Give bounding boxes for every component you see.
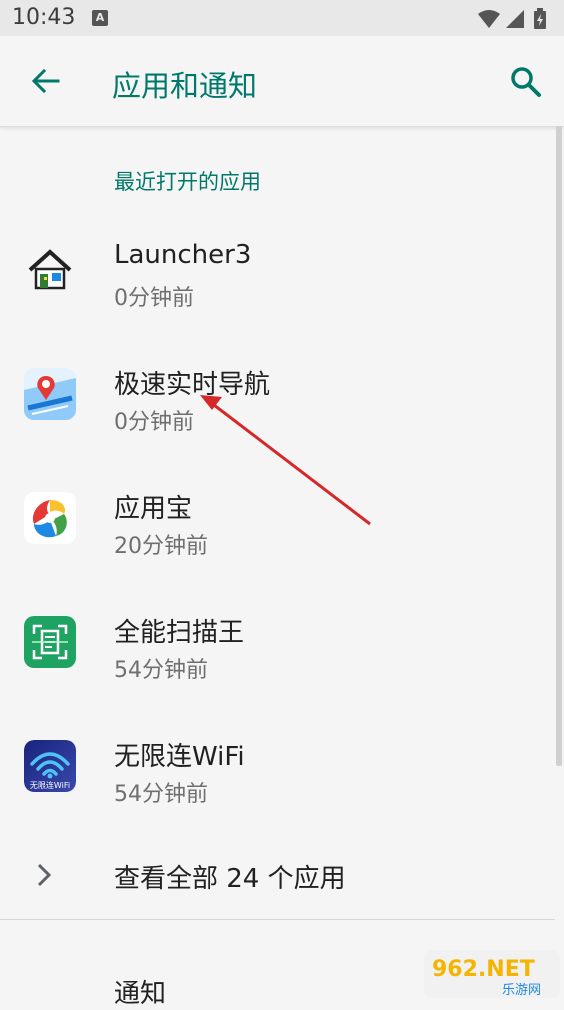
app-name: 无限连WiFi bbox=[114, 742, 245, 772]
back-button[interactable] bbox=[30, 66, 60, 96]
svg-text:乐游网: 乐游网 bbox=[502, 983, 541, 998]
svg-text:962.NET: 962.NET bbox=[432, 957, 535, 982]
cell-signal-icon bbox=[506, 10, 524, 28]
page-title: 应用和通知 bbox=[112, 69, 258, 103]
recent-app-row[interactable]: Launcher3 0分钟前 bbox=[0, 208, 555, 332]
app-last-opened: 54分钟前 bbox=[114, 782, 208, 807]
divider bbox=[0, 919, 555, 920]
search-button[interactable] bbox=[510, 66, 542, 98]
notification-a-icon: A bbox=[92, 10, 108, 26]
status-icons bbox=[476, 8, 552, 34]
app-last-opened: 20分钟前 bbox=[114, 534, 208, 559]
app-last-opened: 0分钟前 bbox=[114, 410, 194, 435]
yingyongbao-icon bbox=[24, 492, 76, 544]
recent-app-row[interactable]: 极速实时导航 0分钟前 bbox=[0, 332, 555, 456]
scrollbar[interactable] bbox=[556, 126, 562, 766]
notifications-item[interactable]: 通知 bbox=[114, 973, 166, 1010]
recent-app-row[interactable]: 全能扫描王 54分钟前 bbox=[0, 580, 555, 704]
status-bar: 10:43 A bbox=[0, 0, 564, 36]
watermark-logo: 962.NET 乐游网 bbox=[424, 948, 560, 1000]
house-icon bbox=[24, 244, 76, 296]
app-name: 全能扫描王 bbox=[114, 618, 245, 648]
app-last-opened: 54分钟前 bbox=[114, 658, 208, 683]
status-time: 10:43 bbox=[12, 5, 76, 30]
app-last-opened: 0分钟前 bbox=[114, 286, 194, 311]
see-all-apps-button[interactable]: 查看全部 24 个应用 bbox=[0, 840, 555, 912]
see-all-apps-label: 查看全部 24 个应用 bbox=[114, 864, 346, 894]
recent-app-row[interactable]: 无限连WiFi 无限连WiFi 54分钟前 bbox=[0, 704, 555, 828]
navigation-map-icon bbox=[24, 368, 76, 420]
battery-icon bbox=[534, 8, 546, 29]
app-bar: 应用和通知 bbox=[0, 36, 564, 127]
app-name: Launcher3 bbox=[114, 240, 252, 270]
wifi-icon-caption: 无限连WiFi bbox=[30, 780, 70, 790]
app-name: 极速实时导航 bbox=[114, 370, 271, 400]
wifi-signal-icon bbox=[478, 10, 500, 28]
search-icon bbox=[511, 67, 541, 97]
recent-apps-header: 最近打开的应用 bbox=[114, 170, 261, 194]
wifi-icon: 无限连WiFi bbox=[24, 740, 76, 792]
recent-app-row[interactable]: 应用宝 20分钟前 bbox=[0, 456, 555, 580]
app-name: 应用宝 bbox=[114, 494, 193, 524]
chevron-right-icon bbox=[36, 862, 52, 888]
arrow-left-icon bbox=[31, 68, 60, 94]
scanner-icon bbox=[24, 616, 76, 668]
